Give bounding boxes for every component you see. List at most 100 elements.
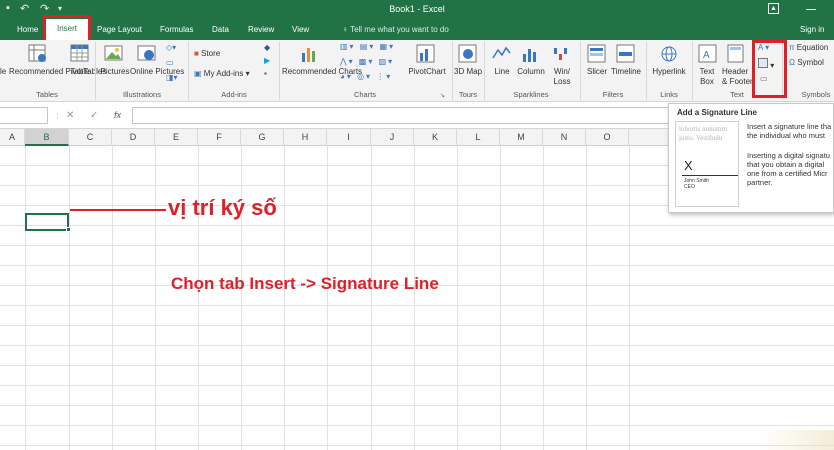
column-header-n[interactable]: N <box>543 129 586 146</box>
hyperlink-button[interactable]: Hyperlink <box>648 67 690 77</box>
recommended-pivottables-icon[interactable] <box>28 44 48 64</box>
ribbon-display-options-icon[interactable]: ▲ <box>768 3 779 14</box>
pivotchart-icon[interactable] <box>416 44 436 64</box>
formula-bar-grip-icon: ⋮ <box>54 113 61 120</box>
sparkline-winloss-button[interactable]: Win/ Loss <box>550 67 574 87</box>
tab-view[interactable]: View <box>292 25 309 34</box>
cancel-icon[interactable]: ✕ <box>66 110 74 121</box>
column-header-b[interactable]: B <box>25 129 69 146</box>
tooltip-description: partner. <box>747 178 773 187</box>
column-header-c[interactable]: C <box>69 129 112 146</box>
group-label-illustrations: Illustrations <box>123 90 161 99</box>
store-button[interactable]: ■ Store <box>194 49 220 58</box>
tab-data[interactable]: Data <box>212 25 229 34</box>
pictures-button[interactable]: Pictures <box>98 67 132 77</box>
group-label-charts: Charts <box>353 90 377 99</box>
ribbon-insert: le Recommended PivotTables Table Tables … <box>0 40 834 102</box>
tell-me-search[interactable]: ♀ Tell me what you want to do <box>342 25 449 34</box>
hyperlink-icon[interactable] <box>659 44 679 64</box>
preview-x-mark: X <box>684 158 693 173</box>
pivotchart-button[interactable]: PivotChart <box>405 67 449 77</box>
annotation-pointer-line <box>70 209 166 211</box>
table-icon[interactable] <box>70 44 90 64</box>
gridline <box>543 146 544 450</box>
name-box[interactable] <box>0 107 48 124</box>
text-box-button[interactable]: Text Box <box>696 67 718 87</box>
shapes-icon[interactable]: ◇▾ <box>166 43 176 52</box>
line-chart-icons[interactable]: ⋀▾ ▩▾ ▨▾ <box>340 57 394 66</box>
sign-in-link[interactable]: Sign in <box>800 25 824 34</box>
table-button[interactable]: Table <box>68 67 92 77</box>
sparkline-winloss-icon[interactable] <box>552 44 572 64</box>
column-header-a[interactable]: A <box>0 129 25 146</box>
visio-data-icon[interactable]: ▪ <box>264 69 267 78</box>
column-header-k[interactable]: K <box>414 129 457 146</box>
gridline <box>629 146 630 450</box>
gridline <box>69 146 70 450</box>
tooltip-description: one from a certified Micr <box>747 169 828 178</box>
enter-icon[interactable]: ✓ <box>90 110 98 121</box>
sparkline-column-icon[interactable] <box>521 44 541 64</box>
sparkline-line-button[interactable]: Line <box>490 67 514 77</box>
column-header-i[interactable]: I <box>327 129 371 146</box>
tab-page-layout[interactable]: Page Layout <box>97 25 142 34</box>
bing-maps-icon[interactable]: ▶ <box>264 56 270 65</box>
insert-tab-highlight <box>43 15 91 43</box>
window-title: Book1 - Excel <box>389 4 445 14</box>
pivottable-label-cut[interactable]: le <box>0 67 6 77</box>
column-header-j[interactable]: J <box>371 129 414 146</box>
signature-line-highlight <box>752 40 787 98</box>
insert-function-icon[interactable]: fx <box>114 110 121 120</box>
pie-chart-icons[interactable]: ◕▾ ◎▾ ⋮▾ <box>340 72 392 81</box>
3d-map-icon[interactable] <box>458 44 478 64</box>
column-chart-icons[interactable]: ▥▾ ▤▾ ▦▾ <box>340 42 395 51</box>
equation-button[interactable]: π Equation <box>789 43 828 52</box>
signature-position-annotation: vị trí ký số <box>168 195 277 220</box>
column-header-d[interactable]: D <box>112 129 155 146</box>
fill-handle[interactable] <box>66 227 71 232</box>
tab-home[interactable]: Home <box>17 25 38 34</box>
column-header-g[interactable]: G <box>241 129 284 146</box>
screenshot-icon[interactable]: ◨▾ <box>166 73 178 82</box>
header-footer-icon[interactable] <box>726 44 746 64</box>
my-addins-button[interactable]: ▣ My Add-ins ▾ <box>194 69 250 78</box>
ribbon-tabs: Home Page Layout Formulas Data Review Vi… <box>0 20 834 40</box>
gridline <box>155 146 156 450</box>
column-header-o[interactable]: O <box>586 129 629 146</box>
tab-review[interactable]: Review <box>248 25 274 34</box>
symbol-button[interactable]: Ω Symbol <box>789 58 824 67</box>
sparkline-line-icon[interactable] <box>492 44 512 64</box>
formula-input[interactable] <box>132 107 672 124</box>
column-header-h[interactable]: H <box>284 129 327 146</box>
slicer-button[interactable]: Slicer <box>583 67 611 77</box>
slicer-icon[interactable] <box>587 44 607 64</box>
signature-line-tooltip: Add a Signature Line lobortis nonumm jus… <box>668 103 834 213</box>
minimize-button[interactable] <box>806 9 816 10</box>
tab-formulas[interactable]: Formulas <box>160 25 193 34</box>
timeline-button[interactable]: Timeline <box>610 67 642 77</box>
column-header-m[interactable]: M <box>500 129 543 146</box>
header-footer-button[interactable]: Header & Footer <box>722 67 754 87</box>
gridline <box>327 146 328 450</box>
smartart-icon[interactable]: ▭ <box>166 58 174 67</box>
online-pictures-button[interactable]: Online Pictures <box>130 67 184 77</box>
charts-dialog-launcher-icon[interactable]: ↘ <box>440 92 445 99</box>
text-box-icon[interactable]: A <box>698 44 718 64</box>
column-header-l[interactable]: L <box>457 129 500 146</box>
tooltip-description: that you obtain a digital <box>747 160 825 169</box>
3d-map-button[interactable]: 3D Map <box>454 67 482 77</box>
online-pictures-icon[interactable] <box>137 44 157 64</box>
pictures-icon[interactable] <box>104 44 124 64</box>
my-addins-icon: ▣ <box>194 69 204 78</box>
recommended-pivottables-button[interactable]: Recommended PivotTables <box>9 67 106 77</box>
gridline <box>586 146 587 450</box>
people-graph-icon[interactable]: ◆ <box>264 43 270 52</box>
recommended-charts-button[interactable]: Recommended Charts <box>282 67 362 77</box>
sparkline-column-button[interactable]: Column <box>514 67 548 77</box>
lightbulb-icon: ♀ <box>342 25 351 34</box>
recommended-charts-icon[interactable] <box>300 44 320 64</box>
column-header-f[interactable]: F <box>198 129 241 146</box>
column-header-e[interactable]: E <box>155 129 198 146</box>
timeline-icon[interactable] <box>616 44 636 64</box>
selected-cell[interactable] <box>25 213 69 231</box>
